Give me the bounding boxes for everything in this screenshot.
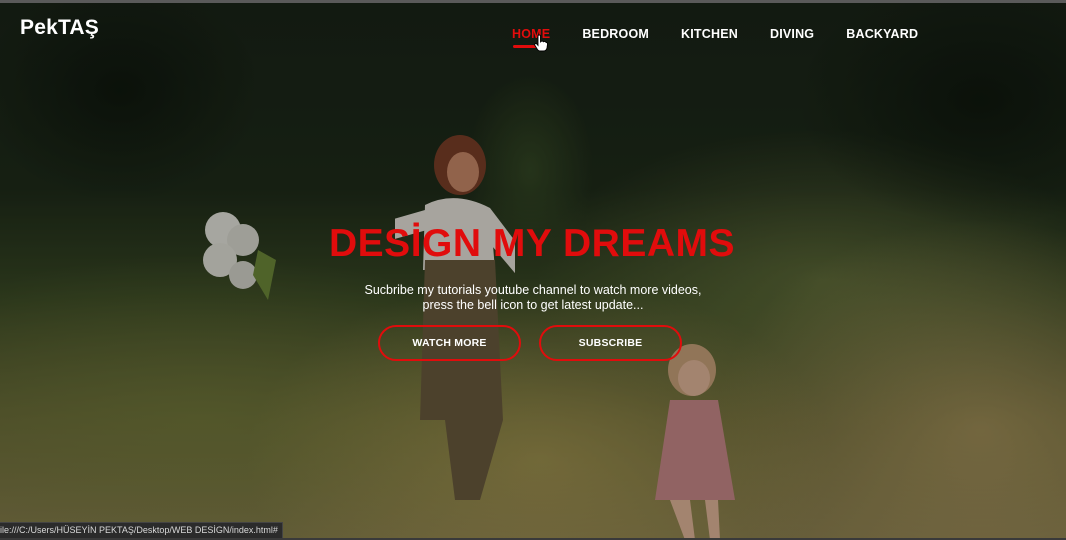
subscribe-button[interactable]: SUBSCRIBE xyxy=(539,325,682,361)
watch-more-button[interactable]: WATCH MORE xyxy=(378,325,521,361)
browser-status-bar-url: ile:///C:/Users/HÜSEYİN PEKTAŞ/Desktop/W… xyxy=(0,522,283,538)
hero-title: DESİGN MY DREAMS xyxy=(329,222,735,265)
hero-subtitle: Sucbribe my tutorials youtube channel to… xyxy=(0,283,1066,313)
window-top-edge xyxy=(0,0,1066,3)
hand-pointer-icon xyxy=(534,34,548,52)
hero-subtitle-line-1: Sucbribe my tutorials youtube channel to… xyxy=(364,283,702,297)
main-navigation: HOME BEDROOM KITCHEN DIVING BACKYARD xyxy=(512,27,950,41)
landing-page: PekTAŞ HOME BEDROOM KITCHEN DIVING BACKY… xyxy=(0,0,1066,540)
nav-item-kitchen[interactable]: KITCHEN xyxy=(681,27,738,41)
site-logo[interactable]: PekTAŞ xyxy=(20,16,99,40)
hero-dark-overlay xyxy=(0,0,1066,540)
hero-subtitle-line-2: press the bell icon to get latest update… xyxy=(422,298,644,312)
nav-item-bedroom[interactable]: BEDROOM xyxy=(582,27,649,41)
nav-item-backyard[interactable]: BACKYARD xyxy=(846,27,918,41)
nav-item-diving[interactable]: DIVING xyxy=(770,27,814,41)
